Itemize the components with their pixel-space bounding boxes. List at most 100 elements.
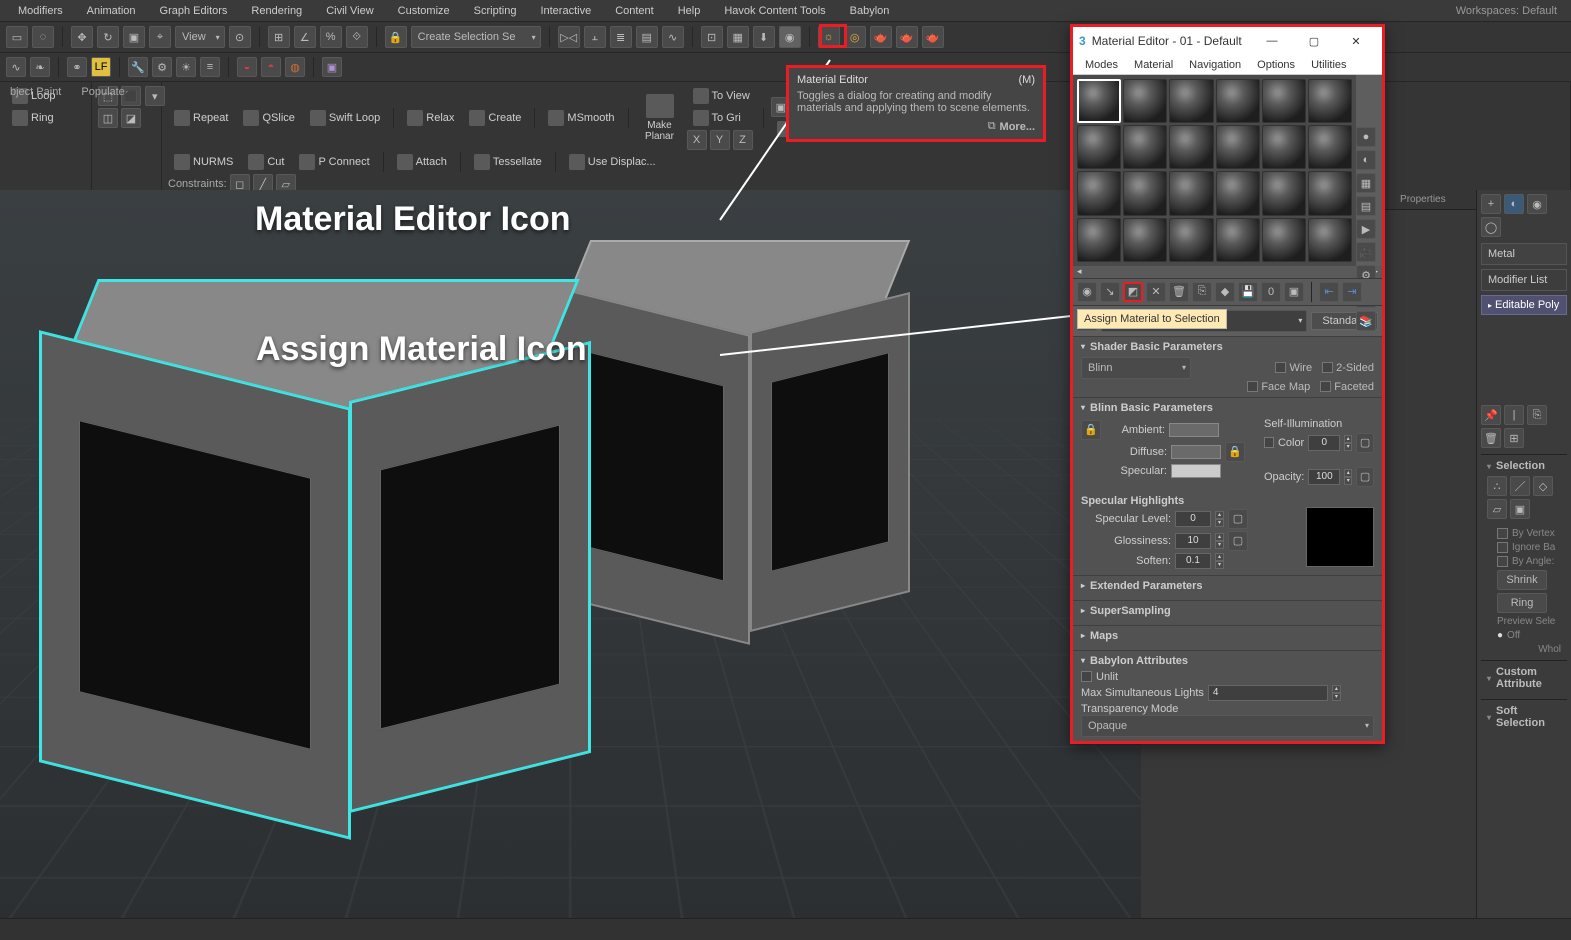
ambient-swatch[interactable] (1169, 423, 1219, 437)
rollout-custom-attr[interactable]: Custom Attribute (1481, 660, 1567, 699)
percent-snap-icon[interactable]: % (320, 26, 342, 48)
menu-babylon[interactable]: Babylon (838, 5, 902, 17)
tab-expand-icon[interactable]: ▾ (145, 86, 165, 106)
uv-tiling-icon[interactable]: ▤ (1356, 196, 1376, 216)
rollout-supersampling[interactable]: SuperSampling (1073, 600, 1382, 625)
named-selection-dropdown[interactable]: Create Selection Se (411, 26, 541, 48)
repeat-btn[interactable]: Repeat (168, 108, 234, 128)
diffuse-swatch[interactable] (1171, 445, 1221, 459)
make-unique-mat-icon[interactable]: ◆ (1215, 282, 1235, 302)
axis-y-btn[interactable]: Y (710, 130, 730, 150)
gear-icon[interactable]: ⚙ (152, 57, 172, 77)
faceted-check[interactable] (1320, 381, 1331, 392)
rollout-soft-selection[interactable]: Soft Selection (1481, 699, 1567, 738)
mat-menu-modes[interactable]: Modes (1077, 59, 1126, 71)
matlib-icon[interactable]: 📚 (1356, 311, 1376, 331)
unlit-check[interactable] (1081, 671, 1092, 682)
preview-off-radio[interactable]: Off (1507, 630, 1520, 641)
by-vertex-check[interactable] (1497, 528, 1508, 539)
mat-menu-options[interactable]: Options (1249, 59, 1303, 71)
modifier-editable-poly[interactable]: Editable Poly (1481, 295, 1567, 315)
select-rect-icon[interactable]: ▭ (6, 26, 28, 48)
shrink-sel-btn[interactable]: Shrink (1497, 570, 1547, 590)
material-swatch-17[interactable] (1262, 171, 1306, 215)
render-frame-icon[interactable]: ◎ (844, 26, 866, 48)
sample-type-icon[interactable]: ● (1356, 127, 1376, 147)
by-angle-check[interactable] (1497, 556, 1508, 567)
material-swatch-18[interactable] (1308, 171, 1352, 215)
angle-snap-icon[interactable]: ∠ (294, 26, 316, 48)
tab-object-paint[interactable]: bject Paint (10, 86, 61, 106)
qslice-btn[interactable]: QSlice (237, 108, 300, 128)
curve-editor-icon[interactable]: ∿ (662, 26, 684, 48)
create-tab-icon[interactable]: + (1481, 194, 1501, 214)
material-swatch-21[interactable] (1169, 218, 1213, 262)
mat-menu-material[interactable]: Material (1126, 59, 1181, 71)
put-to-scene-icon[interactable]: ↘ (1100, 282, 1120, 302)
reset-map-icon[interactable]: ✕ (1146, 282, 1166, 302)
sel-b-icon[interactable]: ◪ (121, 108, 141, 128)
go-parent-icon[interactable]: ⇤ (1319, 282, 1339, 302)
axis-z-btn[interactable]: Z (733, 130, 753, 150)
use-displac-btn[interactable]: Use Displac... (563, 152, 662, 172)
viewport[interactable]: Material Editor Icon Assign Material Ico… (0, 190, 1141, 918)
rotate-icon[interactable]: ↻ (97, 26, 119, 48)
ring-select[interactable]: Ring (6, 108, 60, 128)
material-swatch-4[interactable] (1216, 79, 1260, 123)
make-preview-icon[interactable]: 🎥 (1356, 242, 1376, 262)
attach-btn[interactable]: Attach (391, 152, 453, 172)
delete-icon[interactable]: 🗑 (1169, 282, 1189, 302)
pconnect-btn[interactable]: P Connect (293, 152, 375, 172)
cut-btn[interactable]: Cut (242, 152, 290, 172)
close-button[interactable]: ✕ (1336, 30, 1376, 52)
modify-tab-icon[interactable]: ◐ (1504, 194, 1524, 214)
remove-mod-icon[interactable]: 🗑 (1481, 428, 1501, 448)
schematic-view-icon[interactable]: ⊡ (701, 26, 723, 48)
group-properties[interactable]: Properties (1400, 194, 1446, 205)
workspaces-value[interactable]: Default (1522, 5, 1557, 17)
minimize-button[interactable]: — (1252, 30, 1292, 52)
get-material-icon[interactable]: ◉ (1077, 282, 1097, 302)
irradiance-icon[interactable]: ◍ (285, 57, 305, 77)
facemap-check[interactable] (1247, 381, 1258, 392)
wrench-icon[interactable]: 🔧 (128, 57, 148, 77)
material-swatch-1[interactable] (1077, 79, 1121, 123)
swatch-scroll-left[interactable]: ◂ (1077, 266, 1082, 278)
sel-a-icon[interactable]: ◫ (98, 108, 118, 128)
material-swatch-16[interactable] (1216, 171, 1260, 215)
zero-icon[interactable]: 0 (1261, 282, 1281, 302)
subobj-vertex-icon[interactable]: ∴ (1487, 476, 1507, 496)
ribbon-toggle-icon[interactable]: ▦ (727, 26, 749, 48)
material-swatch-24[interactable] (1308, 218, 1352, 262)
download-icon[interactable]: ⬇ (753, 26, 775, 48)
brush-curve-icon[interactable]: ∿ (6, 57, 26, 77)
soften-spinner[interactable]: 0.1 (1175, 553, 1211, 569)
layers-icon[interactable]: ≣ (610, 26, 632, 48)
pivot-icon[interactable]: ⊙ (229, 26, 251, 48)
menu-customize[interactable]: Customize (386, 5, 462, 17)
specular-swatch[interactable] (1171, 464, 1221, 478)
material-swatch-19[interactable] (1077, 218, 1121, 262)
self-illum-map-icon[interactable]: ▢ (1356, 433, 1374, 453)
show-end-icon[interactable]: | (1504, 405, 1524, 425)
menu-graph-editors[interactable]: Graph Editors (148, 5, 240, 17)
background-icon[interactable]: ▦ (1356, 173, 1376, 193)
material-swatch-7[interactable] (1077, 125, 1121, 169)
ignore-back-check[interactable] (1497, 542, 1508, 553)
tab-populate[interactable]: Populate (81, 86, 124, 106)
menu-content[interactable]: Content (603, 5, 666, 17)
transparency-mode-dropdown[interactable]: Opaque (1081, 715, 1374, 737)
lock-diffuse-icon[interactable]: 🔒 (1225, 442, 1245, 462)
material-editor-titlebar[interactable]: 3 Material Editor - 01 - Default — ▢ ✕ (1073, 27, 1382, 55)
subobj-border-icon[interactable]: ◇ (1533, 476, 1553, 496)
modifier-list-dropdown[interactable]: Modifier List (1481, 269, 1567, 291)
menu-havok[interactable]: Havok Content Tools (712, 5, 837, 17)
tooltip-more-link[interactable]: More... (1000, 121, 1035, 133)
menu-help[interactable]: Help (666, 5, 713, 17)
tessellate-btn[interactable]: Tessellate (468, 152, 548, 172)
opacity-spinner[interactable]: 100 (1308, 469, 1340, 485)
to-view-btn[interactable]: To View (687, 86, 756, 106)
mat-menu-navigation[interactable]: Navigation (1181, 59, 1249, 71)
make-unique-icon[interactable]: ⎘ (1527, 405, 1547, 425)
backlight-icon[interactable]: ◐ (1356, 150, 1376, 170)
